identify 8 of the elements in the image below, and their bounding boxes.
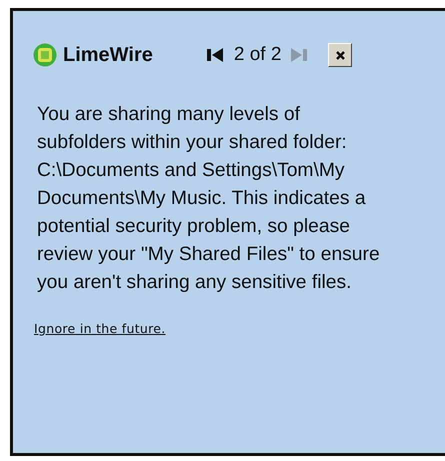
previous-icon[interactable] bbox=[206, 48, 224, 62]
page-counter: 2 of 2 bbox=[234, 44, 282, 66]
app-title: LimeWire bbox=[63, 44, 153, 66]
logo-icon bbox=[33, 43, 57, 67]
ignore-link[interactable]: Ignore in the future. bbox=[34, 321, 166, 336]
close-button[interactable] bbox=[328, 43, 352, 67]
message-text: You are sharing many levels of subfolders within your shared folder: C:\Documents and Settings\Tom\My Documents\My Music. This indicates a potential security problem, so please review your "My Shared Files" to ensure you aren't sharing any sensitive files. bbox=[37, 103, 381, 295]
close-icon bbox=[336, 50, 345, 60]
